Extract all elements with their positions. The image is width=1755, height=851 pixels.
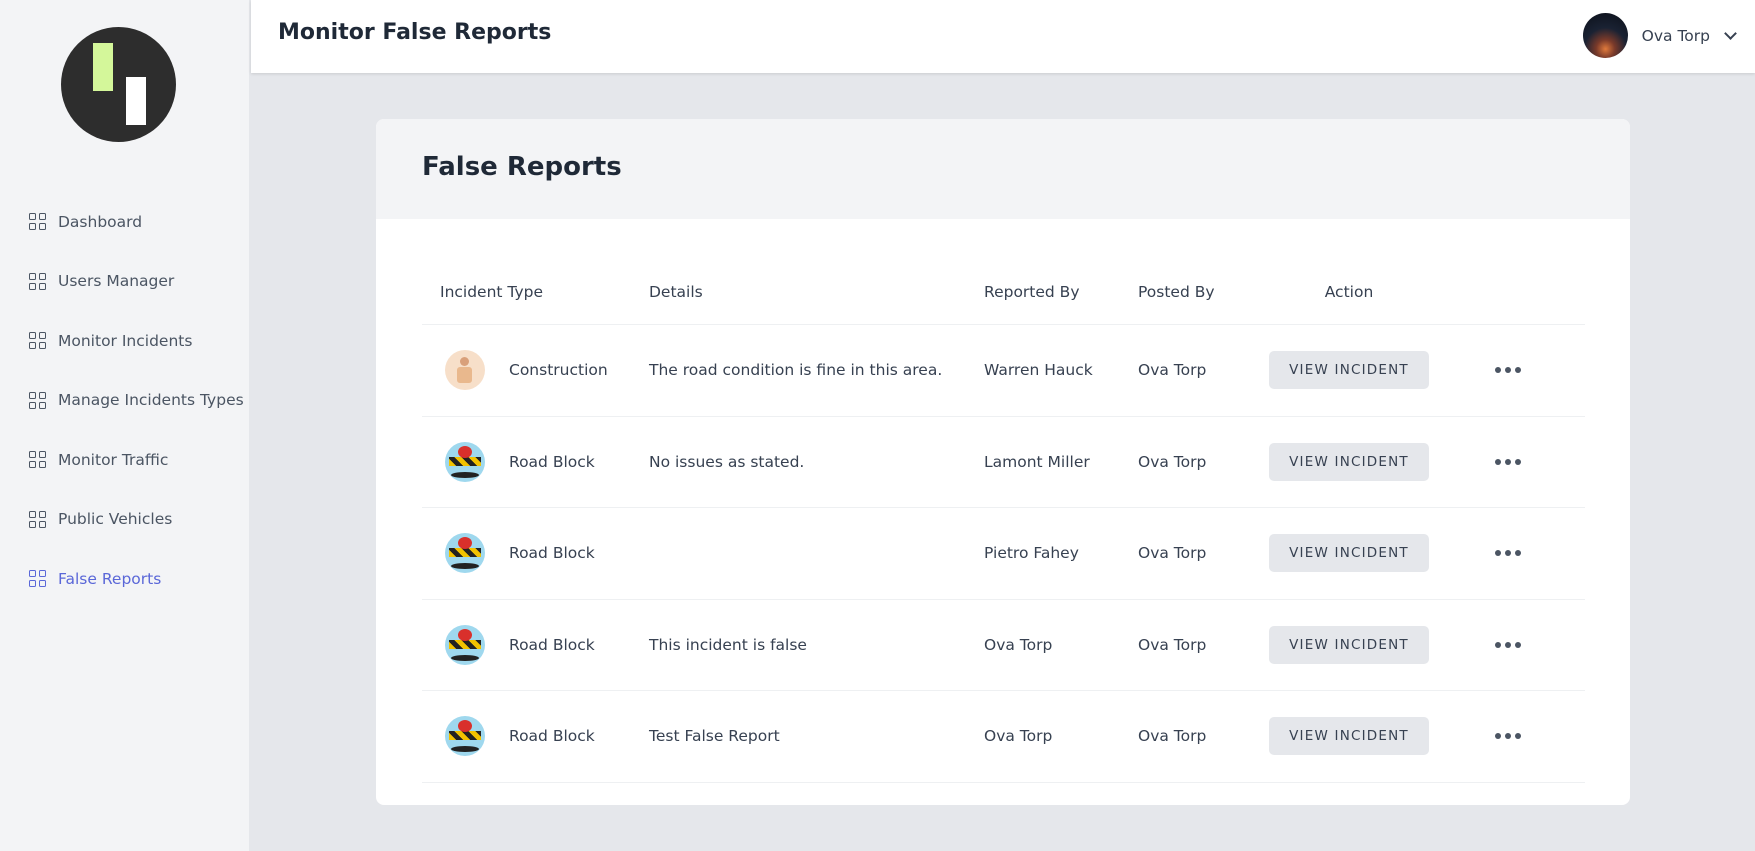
reported-by-cell: Warren Hauck [984,361,1093,380]
sidebar-item-label: Public Vehicles [58,510,173,529]
more-options-icon[interactable] [1491,638,1525,652]
more-options-icon[interactable] [1491,455,1525,469]
column-header-incident-type: Incident Type [440,282,544,301]
details-cell: This incident is false [649,635,807,654]
road-block-icon [445,533,485,574]
chevron-down-icon[interactable] [1724,26,1737,40]
false-reports-table: Incident Type Details Reported By Posted… [422,259,1585,783]
column-header-posted-by: Posted By [1138,282,1215,301]
view-incident-button[interactable]: VIEW INCIDENT [1269,625,1429,664]
incident-type-cell: Road Block [422,441,649,482]
grid-icon [29,272,46,290]
posted-by-cell: Ova Torp [1138,544,1207,563]
more-cell [1430,455,1585,469]
posted-by-cell: Ova Torp [1138,727,1207,746]
table-row: Construction The road condition is fine … [422,325,1585,417]
incident-type-label: Road Block [509,727,595,746]
incident-type-label: Construction [509,361,608,380]
action-cell: VIEW INCIDENT [1268,351,1430,390]
reported-by-cell: Ova Torp [984,635,1053,654]
more-cell [1430,729,1585,743]
table-header-row: Incident Type Details Reported By Posted… [422,259,1585,325]
posted-by-cell: Ova Torp [1138,635,1207,654]
sidebar-item-monitor-incidents[interactable]: Monitor Incidents [0,311,250,371]
details-cell: The road condition is fine in this area. [649,361,943,380]
details-cell: Test False Report [649,727,780,746]
incident-type-cell: Road Block [422,533,649,574]
sidebar-item-label: Dashboard [58,212,143,231]
table-row: Road Block Test False Report Ova Torp Ov… [422,691,1585,783]
sidebar-item-manage-incidents-types[interactable]: Manage Incidents Types [0,371,250,431]
action-cell: VIEW INCIDENT [1268,534,1430,573]
more-options-icon[interactable] [1491,729,1525,743]
view-incident-button[interactable]: VIEW INCIDENT [1269,442,1429,481]
user-name: Ova Torp [1641,26,1710,45]
grid-icon [29,510,46,528]
posted-by-cell: Ova Torp [1138,361,1207,380]
road-block-icon [445,716,485,757]
view-incident-button[interactable]: VIEW INCIDENT [1269,534,1429,573]
grid-icon [29,213,46,231]
road-block-icon [445,624,485,665]
sidebar-nav: Dashboard Users Manager Monitor Incident… [0,192,250,609]
sidebar-item-public-vehicles[interactable]: Public Vehicles [0,490,250,550]
details-cell: No issues as stated. [649,452,805,471]
reported-by-cell: Ova Torp [984,727,1053,746]
incident-type-label: Road Block [509,635,595,654]
table-row: Road Block Pietro Fahey Ova Torp VIEW IN… [422,508,1585,600]
avatar[interactable] [1582,13,1628,58]
user-menu[interactable]: Ova Torp [1582,13,1737,58]
incident-type-cell: Road Block [422,624,649,665]
sidebar-item-false-reports[interactable]: False Reports [0,549,250,609]
view-incident-button[interactable]: VIEW INCIDENT [1269,717,1429,756]
card-header: False Reports [376,119,1630,219]
sidebar-item-label: Monitor Incidents [58,331,193,350]
sidebar-item-dashboard[interactable]: Dashboard [0,192,250,252]
sidebar-item-label: False Reports [58,569,162,588]
action-cell: VIEW INCIDENT [1268,442,1430,481]
sidebar-item-monitor-traffic[interactable]: Monitor Traffic [0,430,250,490]
action-cell: VIEW INCIDENT [1268,717,1430,756]
incident-type-label: Road Block [509,452,595,471]
construction-icon [445,350,485,391]
column-header-action: Action [1324,282,1374,301]
column-header-details: Details [649,282,703,301]
action-cell: VIEW INCIDENT [1268,625,1430,664]
false-reports-card: False Reports Incident Type Details Repo… [376,119,1630,805]
table-row: Road Block This incident is false Ova To… [422,600,1585,691]
more-cell [1430,546,1585,560]
sidebar: Dashboard Users Manager Monitor Incident… [0,0,250,851]
card-title: False Reports [422,152,622,182]
incident-type-cell: Road Block [422,716,649,757]
more-cell [1430,638,1585,652]
app-logo[interactable] [61,27,176,142]
sidebar-item-label: Users Manager [58,272,175,291]
page-title: Monitor False Reports [278,20,552,45]
posted-by-cell: Ova Torp [1138,452,1207,471]
logo-bar-right [126,77,146,125]
column-header-reported-by: Reported By [984,282,1080,301]
incident-type-label: Road Block [509,544,595,563]
road-block-icon [445,441,485,482]
more-cell [1430,363,1585,377]
table-row: Road Block No issues as stated. Lamont M… [422,417,1585,508]
logo-bar-left [93,43,113,91]
top-header: Monitor False Reports Ova Torp [251,0,1755,73]
reported-by-cell: Pietro Fahey [984,544,1079,563]
more-options-icon[interactable] [1491,363,1525,377]
grid-icon [29,391,46,409]
sidebar-item-label: Monitor Traffic [58,450,169,469]
reported-by-cell: Lamont Miller [984,452,1090,471]
grid-icon [29,451,46,469]
incident-type-cell: Construction [422,350,649,391]
grid-icon [29,570,46,588]
grid-icon [29,332,46,350]
sidebar-item-users-manager[interactable]: Users Manager [0,252,250,312]
view-incident-button[interactable]: VIEW INCIDENT [1269,351,1429,390]
sidebar-item-label: Manage Incidents Types [58,391,244,410]
more-options-icon[interactable] [1491,546,1525,560]
